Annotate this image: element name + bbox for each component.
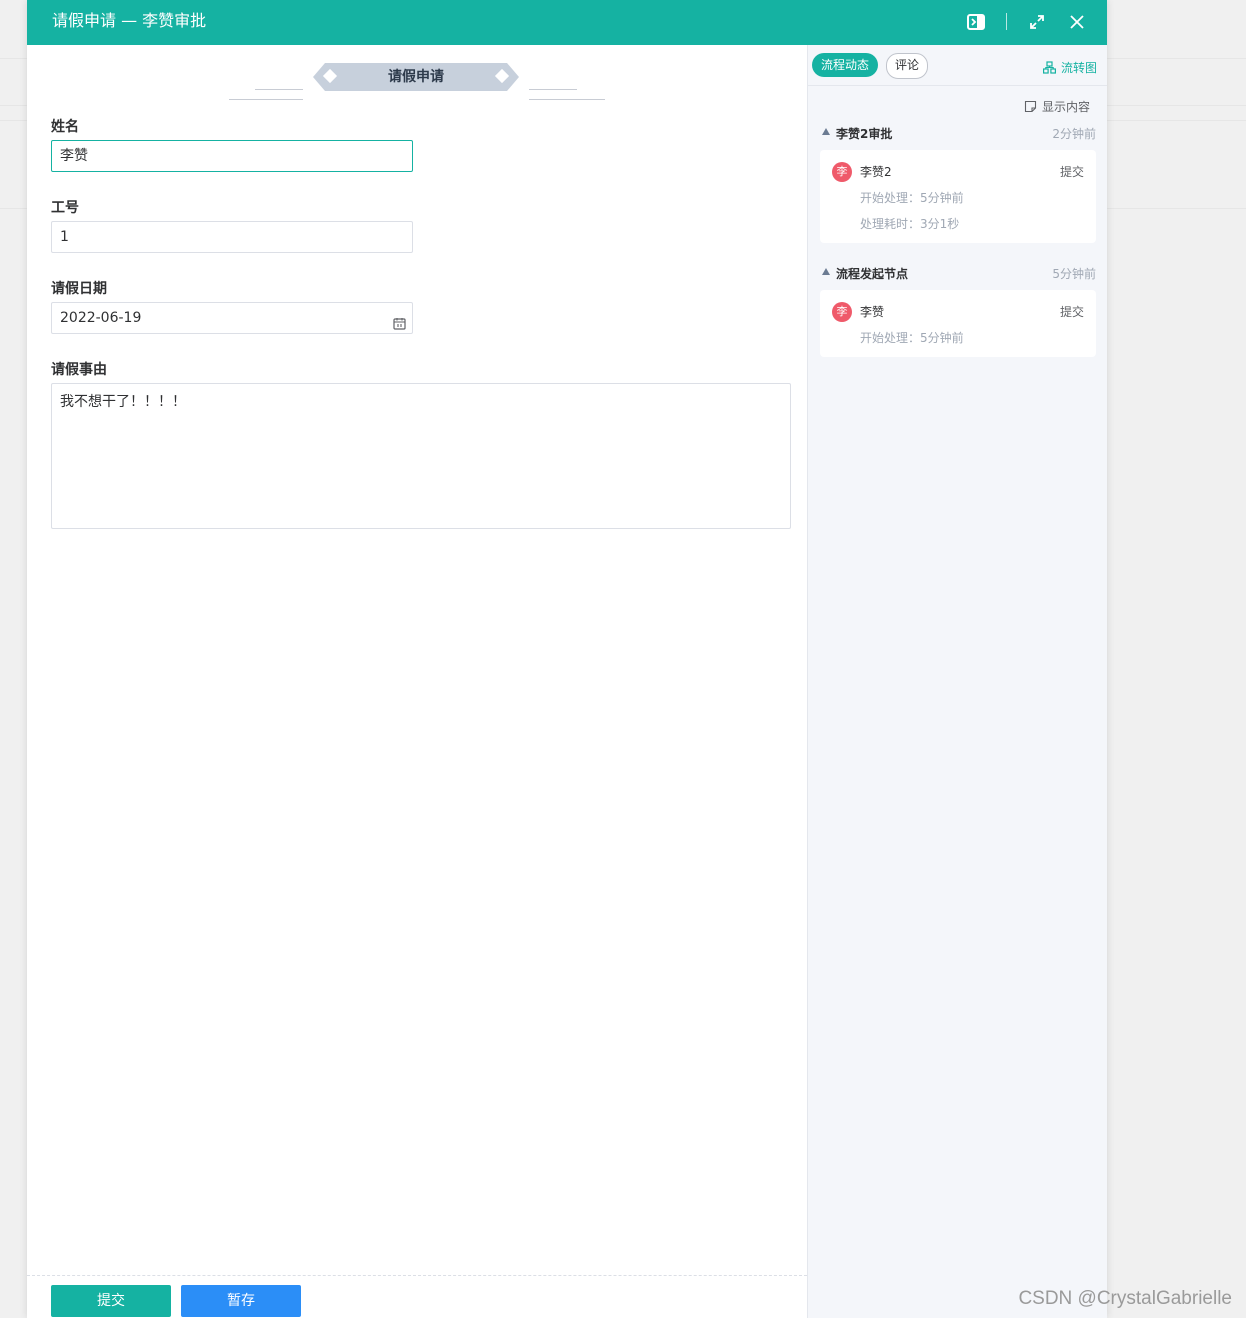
collapse-arrow-icon[interactable] [822, 128, 830, 135]
approval-dialog: 请假申请 — 李赞审批 请假申请 姓名 李赞 工号 1 请假日期 2022-06… [27, 0, 1107, 1318]
entry-start-time: 开始处理：5分钟前 [860, 331, 964, 345]
decor-line [229, 99, 303, 100]
submit-button[interactable]: 提交 [51, 1285, 171, 1317]
process-panel-header: 流程动态 评论 流转图 [808, 45, 1107, 86]
show-content-label: 显示内容 [1041, 100, 1090, 114]
entry-user: 李赞 [860, 305, 885, 319]
fullscreen-icon[interactable] [1026, 11, 1048, 33]
process-panel: 流程动态 评论 流转图 显示内容 李赞2审批 2分钟前 李 李赞2 提交 开始处… [808, 45, 1107, 1318]
employee-id-label: 工号 [51, 200, 79, 216]
save-draft-button[interactable]: 暂存 [181, 1285, 301, 1317]
decor-line [529, 99, 605, 100]
toggle-panel-icon[interactable] [965, 11, 987, 33]
timeline-node-header[interactable]: 流程发起节点 5分钟前 [822, 265, 1096, 283]
entry-user: 李赞2 [860, 165, 892, 179]
section-title: 请假申请 [388, 69, 444, 85]
section-title-banner: 请假申请 [227, 63, 607, 100]
entry-action: 提交 [1059, 305, 1084, 319]
name-label: 姓名 [51, 119, 79, 135]
tab-process-activity[interactable]: 流程动态 [812, 53, 878, 77]
entry-duration: 处理耗时：3分1秒 [860, 217, 960, 231]
titlebar-separator [1006, 13, 1007, 30]
calendar-icon[interactable] [393, 311, 406, 341]
leave-date-label: 请假日期 [51, 281, 107, 297]
collapse-arrow-icon[interactable] [822, 268, 830, 275]
footer-divider [27, 1275, 807, 1276]
leave-date-value: 2022-06-19 [60, 310, 142, 326]
avatar: 李 [832, 162, 852, 182]
watermark: CSDN @CrystalGabrielle [1018, 1288, 1232, 1309]
node-time: 5分钟前 [1052, 267, 1096, 281]
node-name: 李赞2审批 [836, 127, 893, 141]
leave-date-picker[interactable]: 2022-06-19 [51, 302, 413, 334]
employee-id-field[interactable]: 1 [51, 221, 413, 253]
decor-line [529, 89, 577, 90]
entry-start-time: 开始处理：5分钟前 [860, 191, 964, 205]
name-field[interactable]: 李赞 [51, 140, 413, 172]
node-name: 流程发起节点 [836, 267, 909, 281]
node-time: 2分钟前 [1052, 127, 1096, 141]
timeline-entry-card: 李 李赞2 提交 开始处理：5分钟前 处理耗时：3分1秒 [820, 150, 1096, 243]
form-area: 请假申请 姓名 李赞 工号 1 请假日期 2022-06-19 请假事由 我不想… [27, 45, 807, 1318]
flowchart-icon [1042, 61, 1056, 74]
tab-comments[interactable]: 评论 [886, 53, 928, 79]
entry-action: 提交 [1059, 165, 1084, 179]
reason-label: 请假事由 [51, 362, 107, 378]
avatar: 李 [832, 302, 852, 322]
show-content-toggle[interactable]: 显示内容 [1024, 98, 1090, 115]
reason-textarea[interactable]: 我不想干了！！！！ [51, 383, 791, 529]
note-icon [1024, 100, 1037, 113]
flowchart-link-label: 流转图 [1060, 61, 1097, 75]
timeline-entry-card: 李 李赞 提交 开始处理：5分钟前 [820, 290, 1096, 357]
dialog-titlebar: 请假申请 — 李赞审批 [27, 0, 1107, 45]
decor-line [255, 89, 303, 90]
close-icon[interactable] [1066, 11, 1088, 33]
flowchart-link[interactable]: 流转图 [1042, 59, 1097, 76]
dialog-title: 请假申请 — 李赞审批 [52, 11, 207, 30]
timeline-node-header[interactable]: 李赞2审批 2分钟前 [822, 125, 1096, 143]
